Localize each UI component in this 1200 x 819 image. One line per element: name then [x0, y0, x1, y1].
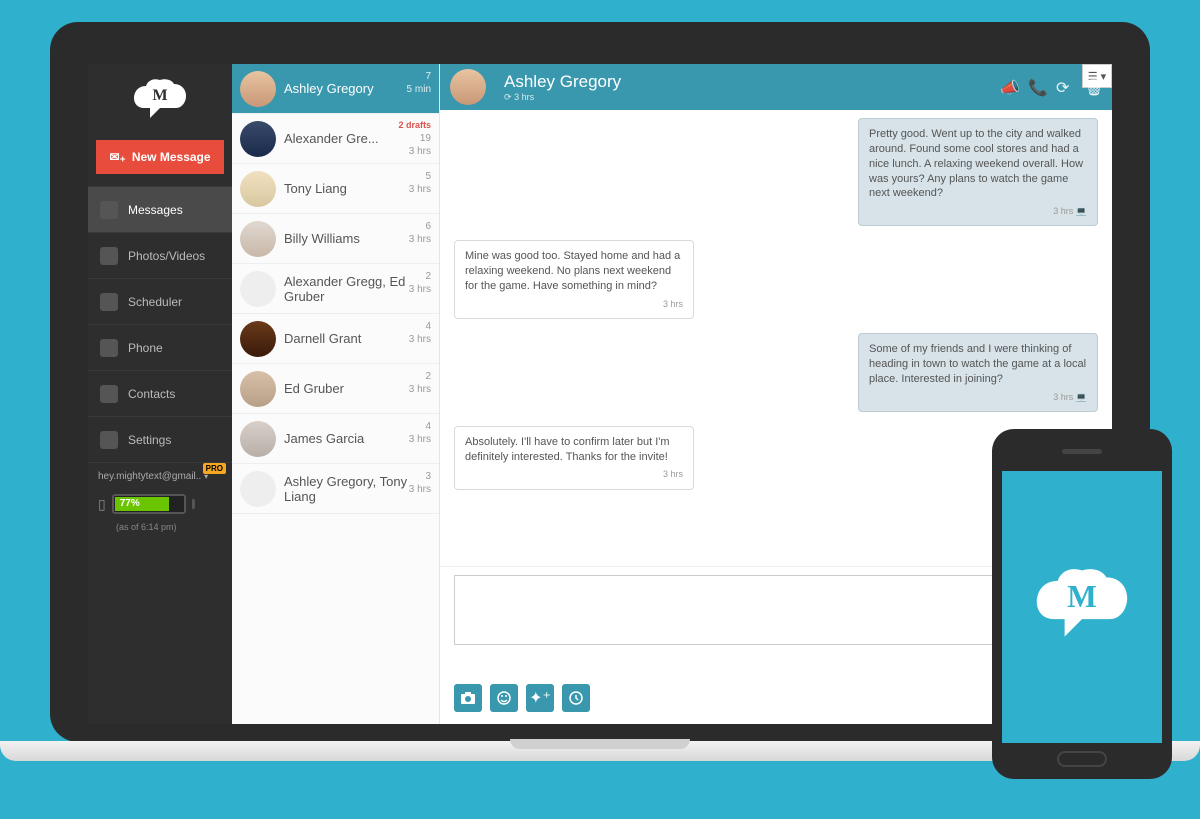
outgoing-message: Pretty good. Went up to the city and wal…	[858, 118, 1098, 226]
conversation-item[interactable]: James Garcia 43 hrs	[232, 414, 439, 464]
battery-asof: (as of 6:14 pm)	[88, 522, 232, 532]
conversation-meta: 23 hrs	[409, 370, 431, 396]
message-text: Absolutely. I'll have to confirm later b…	[465, 435, 683, 465]
conversation-meta: 43 hrs	[409, 320, 431, 346]
avatar	[240, 121, 276, 157]
conversation-name: Tony Liang	[284, 181, 347, 196]
megaphone-icon[interactable]: 📣	[1000, 78, 1018, 96]
conversation-item[interactable]: Billy Williams 63 hrs	[232, 214, 439, 264]
conversation-item[interactable]: Ashley Gregory, Tony Liang33 hrs	[232, 464, 439, 514]
magic-button[interactable]: ✦⁺	[526, 684, 554, 712]
conversation-name: Billy Williams	[284, 231, 360, 246]
avatar	[240, 421, 276, 457]
schedule-button[interactable]	[562, 684, 590, 712]
conversation-meta: 53 hrs	[409, 170, 431, 196]
conversation-name: James Garcia	[284, 431, 364, 446]
sidebar: M ✉₊ New Message Messages Photos/Videos Sc…	[88, 64, 232, 724]
conversation-item[interactable]: Darnell Grant 43 hrs	[232, 314, 439, 364]
call-icon[interactable]: 📞	[1028, 78, 1046, 96]
message-time: 3 hrs	[869, 391, 1087, 403]
avatar	[240, 271, 276, 307]
delete-icon[interactable]: 🗑	[1084, 78, 1102, 96]
chat-header: Ashley Gregory ⟳ 3 hrs 📣 📞 ⟳ 🗑	[440, 64, 1112, 110]
laptop-frame: M ✉₊ New Message Messages Photos/Videos Sc…	[50, 22, 1150, 742]
new-message-label: New Message	[132, 150, 211, 164]
refresh-icon[interactable]: ⟳	[1056, 78, 1074, 96]
incoming-message: Absolutely. I'll have to confirm later b…	[454, 426, 694, 490]
avatar	[240, 171, 276, 207]
conversation-name: Ashley Gregory	[284, 81, 374, 96]
messages-icon	[100, 201, 118, 219]
phone-icon	[100, 339, 118, 357]
nav-label: Scheduler	[128, 295, 182, 309]
nav-contacts[interactable]: Contacts	[88, 370, 232, 416]
conversation-meta: 43 hrs	[409, 420, 431, 446]
nav-label: Settings	[128, 433, 171, 447]
conversation-meta: 23 hrs	[409, 270, 431, 296]
message-time: 3 hrs	[465, 298, 683, 310]
pro-badge: PRO	[203, 463, 226, 474]
refresh-small-icon: ⟳	[504, 92, 512, 102]
outgoing-message: Some of my friends and I were thinking o…	[858, 333, 1098, 412]
chat-title: Ashley Gregory	[504, 72, 621, 92]
avatar	[240, 321, 276, 357]
conversation-list: Ashley Gregory 75 min Alexander Gre... 2 dr…	[232, 64, 440, 724]
conversation-meta: 75 min	[407, 70, 431, 96]
conversation-item[interactable]: Tony Liang 53 hrs	[232, 164, 439, 214]
conversation-item[interactable]: Ashley Gregory 75 min	[232, 64, 439, 114]
laptop-screen: M ✉₊ New Message Messages Photos/Videos Sc…	[88, 64, 1112, 724]
camera-button[interactable]	[454, 684, 482, 712]
nav-label: Contacts	[128, 387, 175, 401]
battery-status: ▯ 77%	[88, 486, 232, 522]
conversation-item[interactable]: Alexander Gregg, Ed Gruber23 hrs	[232, 264, 439, 314]
phone-screen: M	[1002, 471, 1162, 743]
avatar	[240, 221, 276, 257]
conversation-name: Alexander Gre...	[284, 131, 379, 146]
avatar	[240, 71, 276, 107]
phone-frame: M	[992, 429, 1172, 779]
svg-text:M: M	[1067, 579, 1097, 614]
avatar	[240, 471, 276, 507]
compose-icon: ✉₊	[109, 150, 125, 164]
nav-phone[interactable]: Phone	[88, 324, 232, 370]
emoji-button[interactable]	[490, 684, 518, 712]
message-text: Pretty good. Went up to the city and wal…	[869, 127, 1087, 201]
message-text: Mine was good too. Stayed home and had a…	[465, 249, 683, 294]
laptop-notch	[510, 739, 690, 749]
conversation-meta: 63 hrs	[409, 220, 431, 246]
clock-icon	[100, 293, 118, 311]
conversation-item[interactable]: Ed Gruber 23 hrs	[232, 364, 439, 414]
new-message-button[interactable]: ✉₊ New Message	[96, 140, 224, 174]
nav-messages[interactable]: Messages	[88, 186, 232, 232]
contacts-icon	[100, 385, 118, 403]
gear-icon	[100, 431, 118, 449]
nav-photos-videos[interactable]: Photos/Videos	[88, 232, 232, 278]
conversation-item[interactable]: Alexander Gre... 2 drafts193 hrs	[232, 114, 439, 164]
incoming-message: Mine was good too. Stayed home and had a…	[454, 240, 694, 319]
battery-meter: 77%	[112, 494, 186, 514]
message-time: 3 hrs	[465, 468, 683, 480]
device-icon: ▯	[98, 496, 106, 513]
nav-settings[interactable]: Settings	[88, 416, 232, 462]
camera-icon	[100, 247, 118, 265]
nav-label: Photos/Videos	[128, 249, 205, 263]
conversation-meta: 2 drafts193 hrs	[398, 120, 431, 158]
nav-label: Phone	[128, 341, 163, 355]
svg-text:M: M	[152, 87, 167, 104]
message-text: Some of my friends and I were thinking o…	[869, 342, 1087, 387]
chat-avatar	[450, 69, 486, 105]
conversation-meta: 33 hrs	[409, 470, 431, 496]
message-time: 3 hrs	[869, 205, 1087, 217]
nav-scheduler[interactable]: Scheduler	[88, 278, 232, 324]
conversation-name: Ed Gruber	[284, 381, 344, 396]
account-email[interactable]: hey.mightytext@gmail.. ▾ PRO	[88, 462, 232, 486]
avatar	[240, 371, 276, 407]
app-logo: M	[88, 64, 232, 134]
conversation-name: Darnell Grant	[284, 331, 361, 346]
nav-label: Messages	[128, 203, 183, 217]
